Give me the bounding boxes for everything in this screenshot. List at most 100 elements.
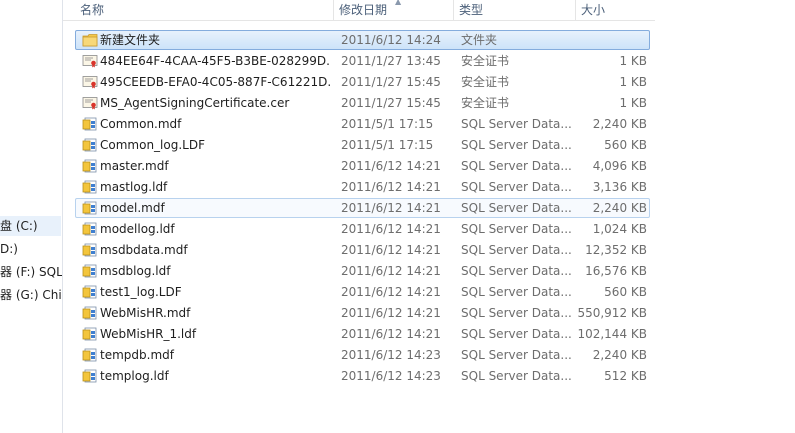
file-size: 16,576 KB: [585, 264, 647, 278]
file-row[interactable]: WebMisHR_1.ldf 2011/6/12 14:21 SQL Server …: [75, 324, 650, 344]
nav-item-drive[interactable]: D:): [0, 239, 18, 259]
file-type: SQL Server Data...: [461, 264, 571, 278]
file-date: 2011/6/12 14:21: [341, 159, 441, 173]
file-name: tempdb.mdf: [100, 348, 174, 362]
file-type: SQL Server Data...: [461, 306, 571, 320]
file-date: 2011/6/12 14:21: [341, 306, 441, 320]
file-row[interactable]: msdblog.ldf 2011/6/12 14:21 SQL Server Dat…: [75, 261, 650, 281]
file-type: SQL Server Data...: [461, 327, 571, 341]
file-size: 550,912 KB: [577, 306, 647, 320]
nav-item-drive[interactable]: 器 (G:) Chi: [0, 285, 62, 305]
file-type: SQL Server Data...: [461, 138, 571, 152]
file-name: 新建文件夹: [100, 33, 161, 47]
file-type: 安全证书: [461, 54, 510, 68]
sql-data-file-icon: [82, 264, 98, 278]
column-header-date[interactable]: 修改日期: [333, 0, 453, 20]
file-row[interactable]: 495CEEDB-EFA0-4C05-887F-C61221D... 2011/1…: [75, 72, 650, 92]
column-header-size[interactable]: 大小: [575, 0, 655, 20]
sql-data-file-icon: [82, 138, 98, 152]
file-size: [574, 31, 647, 49]
file-size: 1 KB: [619, 75, 647, 89]
file-name: msdbdata.mdf: [100, 243, 188, 257]
file-date: 2011/6/12 14:21: [341, 180, 441, 194]
file-size: 102,144 KB: [577, 327, 647, 341]
file-name: 495CEEDB-EFA0-4C05-887F-C61221D...: [100, 75, 330, 89]
file-name: 484EE64F-4CAA-45F5-B3BE-028299D...: [100, 54, 330, 68]
sql-data-file-icon: [82, 306, 98, 320]
sql-data-file-icon: [82, 369, 98, 383]
sql-data-file-icon: [82, 327, 98, 341]
file-date: 2011/6/12 14:21: [341, 243, 441, 257]
file-date: 2011/6/12 14:23: [341, 348, 441, 362]
file-name: MS_AgentSigningCertificate.cer: [100, 96, 290, 110]
file-row[interactable]: msdbdata.mdf 2011/6/12 14:21 SQL Server Da…: [75, 240, 650, 260]
file-type: SQL Server Data...: [461, 117, 571, 131]
file-row[interactable]: test1_log.LDF 2011/6/12 14:21 SQL Server D…: [75, 282, 650, 302]
file-row[interactable]: 新建文件夹 2011/6/12 14:24 文件夹: [75, 30, 650, 50]
sql-data-file-icon: [82, 117, 98, 131]
sql-data-file-icon: [82, 201, 98, 215]
file-date: 2011/6/12 14:21: [341, 285, 441, 299]
file-type: 安全证书: [461, 75, 510, 89]
sql-data-file-icon: [82, 348, 98, 362]
file-row[interactable]: Common.mdf 2011/5/1 17:15 SQL Server Data.…: [75, 114, 650, 134]
file-size: 1 KB: [619, 54, 647, 68]
file-type: SQL Server Data...: [461, 201, 571, 215]
file-row[interactable]: templog.ldf 2011/6/12 14:23 SQL Server Dat…: [75, 366, 650, 386]
file-name: mastlog.ldf: [100, 180, 168, 194]
file-row[interactable]: mastlog.ldf 2011/6/12 14:21 SQL Server Dat…: [75, 177, 650, 197]
nav-item-drive[interactable]: 盘 (C:): [0, 216, 61, 236]
file-type: SQL Server Data...: [461, 159, 571, 173]
file-date: 2011/6/12 14:21: [341, 327, 441, 341]
file-date: 2011/5/1 17:15: [341, 138, 434, 152]
file-type: SQL Server Data...: [461, 285, 571, 299]
file-row[interactable]: modellog.ldf 2011/6/12 14:21 SQL Server Da…: [75, 219, 650, 239]
file-size: 560 KB: [604, 138, 647, 152]
file-row[interactable]: master.mdf 2011/6/12 14:21 SQL Server Data…: [75, 156, 650, 176]
file-row[interactable]: WebMisHR.mdf 2011/6/12 14:21 SQL Server Da…: [75, 303, 650, 323]
certificate-icon: [82, 75, 98, 89]
column-header-name[interactable]: 名称: [75, 0, 333, 20]
file-type: SQL Server Data...: [461, 222, 571, 236]
file-name: Common_log.LDF: [100, 138, 205, 152]
file-size: 512 KB: [604, 369, 647, 383]
file-date: 2011/1/27 15:45: [341, 96, 441, 110]
navigation-pane: 盘 (C:) D:) 器 (F:) SQL 器 (G:) Chi: [0, 0, 63, 433]
file-row[interactable]: MS_AgentSigningCertificate.cer 2011/1/27 …: [75, 93, 650, 113]
file-size: 12,352 KB: [585, 243, 647, 257]
file-name: modellog.ldf: [100, 222, 175, 236]
sql-data-file-icon: [82, 180, 98, 194]
file-size: 2,240 KB: [592, 117, 647, 131]
file-date: 2011/6/12 14:23: [341, 369, 441, 383]
file-size: 2,240 KB: [592, 348, 647, 362]
folder-icon: [82, 33, 98, 47]
sql-data-file-icon: [82, 243, 98, 257]
nav-item-drive[interactable]: 器 (F:) SQL: [0, 262, 62, 282]
file-date: 2011/5/1 17:15: [341, 117, 434, 131]
file-type: 文件夹: [461, 33, 498, 47]
file-type: SQL Server Data...: [461, 180, 571, 194]
column-header-type[interactable]: 类型: [453, 0, 575, 20]
file-list-pane: 名称 修改日期 类型 大小 ▲ 新建文件夹 2011/6/12 14:24 文件夹 4…: [63, 0, 795, 433]
column-header-bar: 名称 修改日期 类型 大小 ▲: [63, 0, 655, 21]
file-type: SQL Server Data...: [461, 348, 571, 362]
certificate-icon: [82, 96, 98, 110]
sql-data-file-icon: [82, 285, 98, 299]
file-name: WebMisHR_1.ldf: [100, 327, 197, 341]
file-row[interactable]: tempdb.mdf 2011/6/12 14:23 SQL Server Data…: [75, 345, 650, 365]
file-row[interactable]: 484EE64F-4CAA-45F5-B3BE-028299D... 2011/1…: [75, 51, 650, 71]
file-size: 4,096 KB: [592, 159, 647, 173]
file-row[interactable]: model.mdf 2011/6/12 14:21 SQL Server Data.…: [75, 198, 650, 218]
file-size: 1,024 KB: [592, 222, 647, 236]
file-type: 安全证书: [461, 96, 510, 110]
certificate-icon: [82, 54, 98, 68]
file-type: SQL Server Data...: [461, 243, 571, 257]
sort-arrow-icon: ▲: [395, 0, 402, 6]
file-name: templog.ldf: [100, 369, 169, 383]
file-size: 3,136 KB: [592, 180, 647, 194]
file-row[interactable]: Common_log.LDF 2011/5/1 17:15 SQL Server D…: [75, 135, 650, 155]
file-date: 2011/6/12 14:21: [341, 201, 441, 215]
file-date: 2011/6/12 14:21: [341, 222, 441, 236]
file-name: master.mdf: [100, 159, 169, 173]
file-type: SQL Server Data...: [461, 369, 571, 383]
